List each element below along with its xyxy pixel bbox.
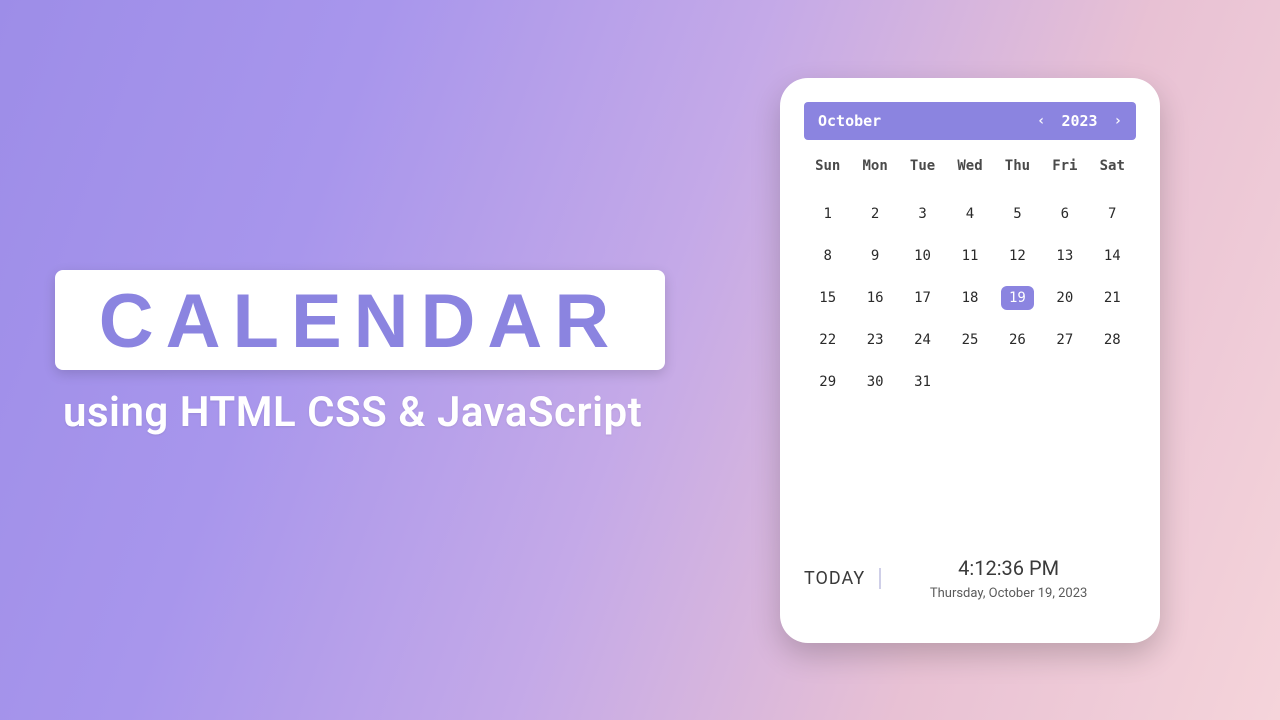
weekday-label: Wed — [946, 158, 993, 174]
weekday-label: Sun — [804, 158, 851, 174]
day-cell[interactable]: 24 — [899, 328, 946, 352]
page-title: CALENDAR — [85, 280, 635, 364]
day-cell[interactable]: 20 — [1041, 286, 1088, 310]
today-block: TODAY 4:12:36 PM Thursday, October 19, 2… — [804, 552, 1136, 619]
day-cell[interactable]: 27 — [1041, 328, 1088, 352]
day-cell[interactable]: 9 — [851, 244, 898, 268]
weekday-row: Sun Mon Tue Wed Thu Fri Sat — [804, 158, 1136, 174]
day-cell[interactable]: 19 — [994, 286, 1041, 310]
day-cell[interactable]: 11 — [946, 244, 993, 268]
day-cell[interactable]: 3 — [899, 202, 946, 226]
day-cell[interactable]: 5 — [994, 202, 1041, 226]
weekday-label: Thu — [994, 158, 1041, 174]
calendar-month-label: October — [818, 112, 1037, 130]
prev-year-button[interactable]: ‹ — [1037, 113, 1045, 129]
day-cell[interactable]: 23 — [851, 328, 898, 352]
weekday-label: Fri — [1041, 158, 1088, 174]
day-cell[interactable]: 18 — [946, 286, 993, 310]
day-cell[interactable]: 16 — [851, 286, 898, 310]
today-label: TODAY — [804, 568, 881, 589]
next-year-button[interactable]: › — [1114, 113, 1122, 129]
calendar-year-label: 2023 — [1061, 112, 1097, 130]
calendar-header: October ‹ 2023 › — [804, 102, 1136, 140]
day-cell[interactable]: 21 — [1089, 286, 1136, 310]
day-cell[interactable]: 6 — [1041, 202, 1088, 226]
day-cell[interactable]: 13 — [1041, 244, 1088, 268]
day-cell[interactable]: 17 — [899, 286, 946, 310]
today-date: Thursday, October 19, 2023 — [881, 586, 1136, 601]
day-cell[interactable]: 25 — [946, 328, 993, 352]
weekday-label: Sat — [1089, 158, 1136, 174]
day-cell[interactable]: 2 — [851, 202, 898, 226]
page-subtitle: using HTML CSS & JavaScript — [63, 388, 665, 437]
day-cell[interactable]: 31 — [899, 370, 946, 394]
day-cell[interactable]: 22 — [804, 328, 851, 352]
today-time: 4:12:36 PM — [881, 556, 1136, 580]
day-cell[interactable]: 28 — [1089, 328, 1136, 352]
weekday-label: Mon — [851, 158, 898, 174]
calendar-widget: October ‹ 2023 › Sun Mon Tue Wed Thu Fri… — [780, 78, 1160, 643]
weekday-label: Tue — [899, 158, 946, 174]
day-cell[interactable]: 29 — [804, 370, 851, 394]
day-cell[interactable]: 8 — [804, 244, 851, 268]
day-cell[interactable]: 15 — [804, 286, 851, 310]
day-cell[interactable]: 1 — [804, 202, 851, 226]
day-cell[interactable]: 4 — [946, 202, 993, 226]
day-cell[interactable]: 10 — [899, 244, 946, 268]
day-cell[interactable]: 12 — [994, 244, 1041, 268]
day-cell[interactable]: 7 — [1089, 202, 1136, 226]
days-grid: 1234567891011121314151617181920212223242… — [804, 202, 1136, 394]
title-card: CALENDAR — [55, 270, 665, 370]
calendar-year-nav: ‹ 2023 › — [1037, 112, 1122, 130]
day-cell[interactable]: 26 — [994, 328, 1041, 352]
day-cell[interactable]: 14 — [1089, 244, 1136, 268]
hero-block: CALENDAR using HTML CSS & JavaScript — [55, 270, 665, 437]
today-info: 4:12:36 PM Thursday, October 19, 2023 — [881, 556, 1136, 601]
day-cell[interactable]: 30 — [851, 370, 898, 394]
